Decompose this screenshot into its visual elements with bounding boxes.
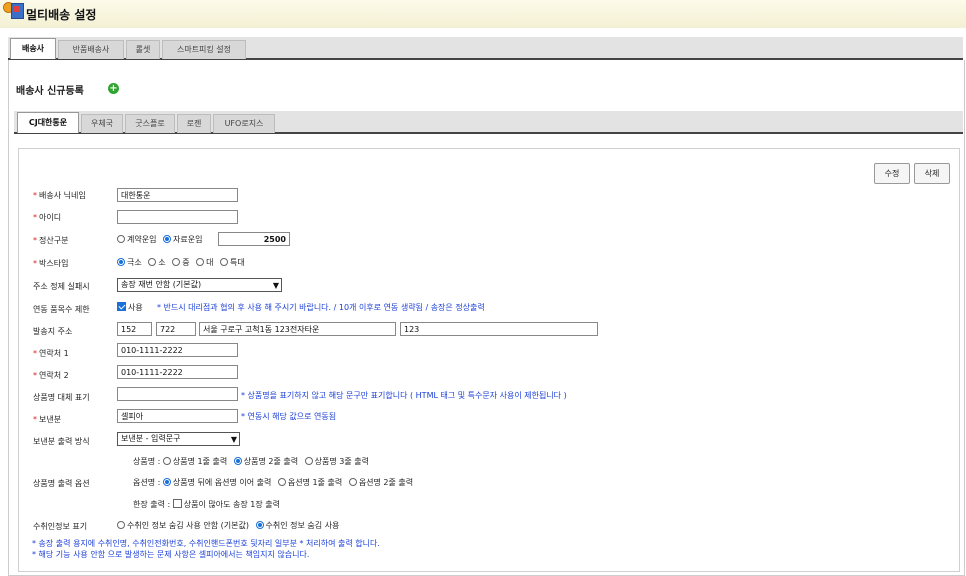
radio-box-m[interactable] [172,258,181,266]
user-id-input[interactable] [117,210,238,224]
phone2-input[interactable]: 010-1111-2222 [117,365,238,379]
main-tabbar: 배송사 반품배송사 롤셋 스마트피킹 설정 [8,37,963,60]
radio-option-2line[interactable] [348,478,357,486]
carrier-tab-goodsflow[interactable]: 굿스플로 [125,114,175,133]
footnote-1: * 송장 출력 용지에 수취인명, 수취인전화번호, 수취인핸드폰번호 뒷자리 … [32,539,380,548]
radio-box-s[interactable] [148,258,157,266]
address-failure-label: 주소 정제 실패시 [33,282,90,291]
radio-box-l[interactable] [196,258,205,266]
product-line-options: 상품명 : 상품명 1줄 출력 상품명 2줄 출력 상품명 3줄 출력 [133,457,369,466]
radio-product-1line[interactable] [162,457,171,465]
item-limit-note: * 반드시 대리점과 협의 후 사용 해 주시기 바랍니다. / 10개 이후로… [157,303,485,312]
address-failure-select[interactable]: 송장 재번 안함 (기본값) ▼ [117,278,282,292]
recipient-info-label: 수취인정보 표기 [33,522,88,531]
single-line-option: 한장 출력 : 상품이 많아도 송장 1장 출력 [133,499,281,509]
required-mark: * [33,191,37,200]
item-limit-checkbox[interactable] [117,302,126,311]
product-alt-input[interactable] [117,387,238,401]
radio-data-fare[interactable] [163,235,171,243]
address-detail-input[interactable]: 123 [400,322,598,336]
window-title: 멀티배송 설정 [26,8,97,22]
user-id-label: * 아이디 [33,213,62,222]
radio-hide-on[interactable] [255,521,264,529]
fare-type-label: * 정산구분 [33,236,69,245]
radio-option-inline[interactable] [162,478,171,486]
box-type-radios: 극소 소 중 대 특대 [117,257,249,268]
plus-circle-icon[interactable]: + [108,83,119,94]
item-limit-checkbox-group: 사용 [117,302,143,313]
tab-carrier[interactable]: 배송사 [10,38,56,59]
fare-type-radios: 계약운임 자료운임 [117,234,206,245]
chevron-down-icon: ▼ [230,435,237,444]
phone1-input[interactable]: 010-1111-2222 [117,343,238,357]
delete-button[interactable]: 삭제 [914,163,950,184]
tab-smart-picking[interactable]: 스마트피킹 설정 [162,40,246,59]
radio-contract-fare[interactable] [117,235,125,243]
footnote-2: * 해당 기능 사용 안함 으로 발생하는 문제 사항은 셀피아에서는 책임지지… [32,550,310,559]
box-type-label: * 박스타입 [33,259,69,268]
carrier-tab-ufo[interactable]: UFO로지스 [213,114,275,133]
radio-box-xs[interactable] [117,258,125,266]
recipient-info-radios: 수취인 정보 숨김 사용 안함 (기본값) 수취인 정보 숨김 사용 [117,520,343,531]
sender-name-input[interactable]: 셀피아 [117,409,238,423]
radio-option-1line[interactable] [277,478,286,486]
radio-box-xl[interactable] [220,258,229,266]
edit-button[interactable]: 수정 [874,163,910,184]
radio-hide-off[interactable] [117,521,125,529]
sender-name-label: * 보낸분 [33,415,62,424]
sender-print-select[interactable]: 보낸분 - 입력문구 ▼ [117,432,240,446]
fare-amount-input[interactable]: 2500 [218,232,290,246]
option-line-options: 옵션명 : 상품명 뒤에 옵션명 이어 출력 옵션명 1줄 출력 옵션명 2줄 … [133,478,414,487]
nickname-label: * 배송사 닉네임 [33,191,86,200]
carrier-tab-logen[interactable]: 로젠 [177,114,211,133]
sender-print-label: 보낸분 출력 방식 [33,437,90,446]
product-alt-note: * 상품명을 표기하지 않고 해당 문구만 표기합니다 ( HTML 태그 및 … [241,391,567,400]
radio-product-3line[interactable] [304,457,313,465]
product-output-label: 상품명 출력 옵션 [33,479,90,488]
item-limit-label: 연동 품목수 제한 [33,305,90,314]
chevron-down-icon: ▼ [272,281,279,290]
sender-address-label: 발송지 주소 [33,327,73,336]
carrier-tabbar: CJ대한통운 우체국 굿스플로 로젠 UFO로지스 [14,111,963,134]
nickname-input[interactable]: 대한통운 [117,188,238,202]
tab-return-carrier[interactable]: 반품배송사 [58,40,124,59]
window-titlebar: 멀티배송 설정 [0,0,966,28]
carrier-tab-epost[interactable]: 우체국 [81,114,123,133]
carrier-tab-cj[interactable]: CJ대한통운 [17,112,79,133]
section-title: 배송사 신규등록 [16,86,84,97]
phone2-label: * 연락처 2 [33,371,69,380]
zip2-input[interactable]: 722 [156,322,196,336]
address-input[interactable]: 서울 구로구 고척1동 123전자타운 [199,322,396,336]
single-sheet-checkbox[interactable] [172,499,182,508]
phone1-label: * 연락처 1 [33,349,69,358]
product-alt-label: 상품명 대체 표기 [33,393,90,402]
radio-product-2line[interactable] [233,457,242,465]
tab-rollset[interactable]: 롤셋 [126,40,160,59]
sender-name-note: * 연동시 해당 값으로 연동됨 [241,412,337,421]
app-logo-icon [3,2,25,20]
zip1-input[interactable]: 152 [117,322,152,336]
